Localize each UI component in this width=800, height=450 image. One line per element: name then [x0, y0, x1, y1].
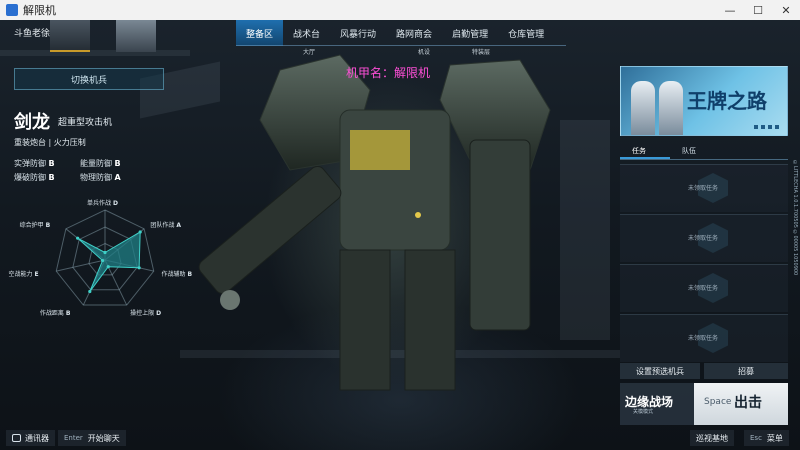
stat-physical-def: 物理防御 A: [80, 173, 121, 182]
task-slot[interactable]: 未领取任务: [620, 264, 788, 312]
banner-figure-1: [631, 81, 655, 135]
radar-axis-label: 团队作战 A: [150, 221, 182, 229]
task-slot[interactable]: 未领取任务: [620, 164, 788, 212]
player-name: 斗鱼老徐: [14, 29, 51, 39]
nav-tab[interactable]: 整备区: [236, 20, 284, 46]
player-avatar-pilot[interactable]: [116, 20, 156, 52]
nav-tab[interactable]: 路网商会: [386, 20, 442, 46]
radar-axis-label: 作战距离 B: [39, 310, 71, 318]
nav-tab[interactable]: 战术台: [283, 20, 330, 46]
radar-value-area: [77, 231, 141, 292]
player-avatar-mech[interactable]: [50, 20, 90, 52]
radar-point: [106, 265, 110, 269]
ace-road-banner[interactable]: 王牌之路: [620, 66, 788, 136]
task-slot[interactable]: 未领取任务: [620, 314, 788, 362]
stat-blast-def: 爆破防御 B: [14, 173, 55, 182]
banner-figure-2: [659, 81, 683, 135]
radar-point: [103, 250, 107, 255]
nav-tab[interactable]: 仓库管理: [498, 20, 554, 46]
mech-class: 超重型攻击机: [58, 118, 113, 128]
subnav-hall[interactable]: 大厅: [303, 47, 315, 56]
task-slot[interactable]: 未领取任务: [620, 214, 788, 262]
tab-tasks[interactable]: 任务: [620, 146, 670, 159]
window-titlebar: 解限机 — ☐ ✕: [0, 0, 800, 20]
game-screen: 解限机 — ☐ ✕ 斗鱼老徐 整备区 战术台 风暴行动 路网商会 启勤管理 仓库管理 大厅: [0, 0, 800, 450]
radar-axis-label: 单兵作战 D: [87, 200, 118, 207]
radar-point: [137, 266, 141, 270]
maximize-button[interactable]: ☐: [744, 0, 772, 20]
radar-axis-label: 作战辅助 B: [161, 270, 193, 278]
start-chat-button[interactable]: Enter 开始聊天: [58, 430, 126, 446]
stat-ballistic-def: 实弹防御 B: [14, 159, 55, 168]
subnav-mech[interactable]: 机设: [418, 47, 430, 56]
menu-button[interactable]: Esc 菜单: [744, 430, 789, 446]
switch-mech-button[interactable]: 切换机兵: [14, 68, 164, 90]
build-version-text: ©LITTLECHA 1.0.1.700505 ©00005 1050900: [792, 160, 798, 276]
subnav-special[interactable]: 特装层: [472, 47, 490, 56]
window-title: 解限机: [23, 4, 56, 17]
battle-mode-sub: 关模模式: [633, 409, 654, 415]
radar-axis-line: [56, 259, 106, 272]
minimize-button[interactable]: —: [716, 0, 744, 20]
mech-traits: 重装炮台 | 火力压制: [14, 138, 86, 147]
mech-name-overlay: 机甲名：解限机: [346, 66, 431, 80]
radar-point: [88, 289, 92, 294]
radar-point: [76, 236, 80, 240]
nav-tab[interactable]: 风暴行动: [330, 20, 386, 46]
chat-icon: [12, 434, 21, 442]
tab-team[interactable]: 队伍: [670, 146, 720, 159]
mech-model[interactable]: [190, 50, 590, 410]
radar-point: [100, 258, 105, 263]
mech-title: 剑龙: [14, 112, 50, 133]
nav-tab[interactable]: 启勤管理: [442, 20, 498, 46]
communicator-button[interactable]: 通讯器: [6, 430, 55, 446]
close-button[interactable]: ✕: [772, 0, 800, 20]
radar-point: [138, 230, 142, 234]
banner-pager[interactable]: [754, 125, 779, 129]
space-key-hint: Space: [704, 397, 732, 407]
patrol-base-button[interactable]: 巡视基地: [690, 430, 734, 446]
hangar-beam: [0, 50, 190, 56]
task-tabs: 任务 队伍: [620, 146, 788, 160]
sortie-label: 出击: [734, 395, 762, 411]
nav-underline: [236, 45, 566, 46]
recruit-button[interactable]: 招募: [704, 363, 788, 379]
radar-axis-label: 操控上限 D: [130, 310, 162, 318]
stat-energy-def: 能量防御 B: [80, 159, 121, 168]
radar-axis-label: 综合护甲 B: [19, 221, 51, 229]
main-nav: 整备区 战术台 风暴行动 路网商会 启勤管理 仓库管理: [236, 20, 554, 46]
app-icon: [6, 4, 18, 16]
banner-title: 王牌之路: [687, 89, 767, 113]
radar-axis-label: 空战能力 E: [8, 270, 39, 278]
set-preset-mech-button[interactable]: 设置预选机兵: [620, 363, 700, 379]
